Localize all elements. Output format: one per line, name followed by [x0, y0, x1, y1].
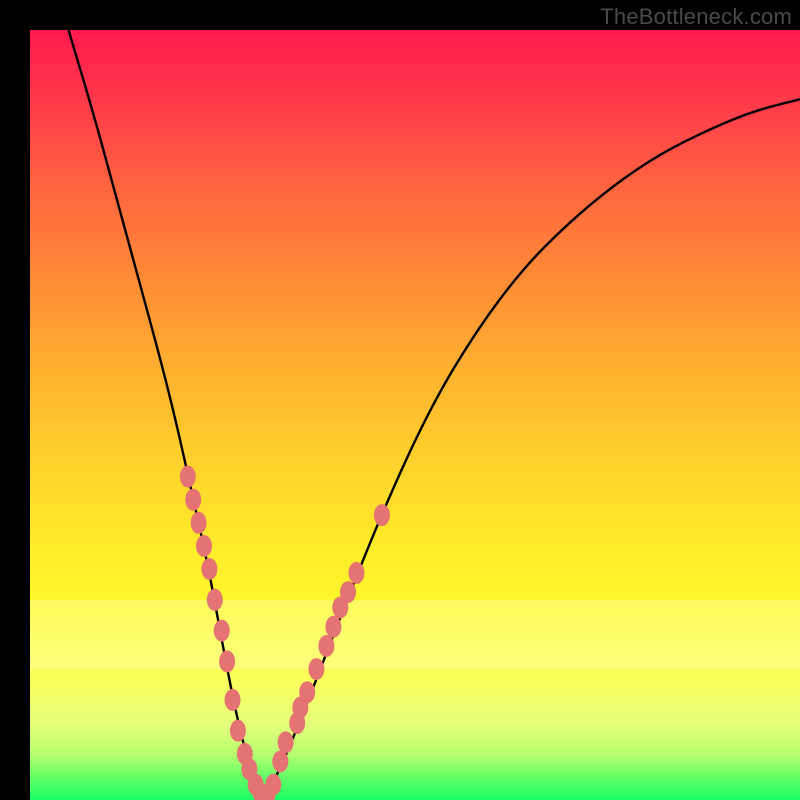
data-marker — [278, 731, 294, 753]
data-marker — [201, 558, 217, 580]
marker-group — [180, 466, 390, 800]
data-marker — [299, 681, 315, 703]
data-marker — [207, 589, 223, 611]
data-marker — [340, 581, 356, 603]
chart-frame: TheBottleneck.com — [0, 0, 800, 800]
data-marker — [272, 751, 288, 773]
data-marker — [230, 720, 246, 742]
data-marker — [265, 774, 281, 796]
data-marker — [318, 635, 334, 657]
data-marker — [225, 689, 241, 711]
data-marker — [191, 512, 207, 534]
data-marker — [180, 466, 196, 488]
data-marker — [214, 620, 230, 642]
plot-area — [30, 30, 800, 800]
data-marker — [349, 562, 365, 584]
watermark-text: TheBottleneck.com — [600, 4, 792, 30]
data-marker — [308, 658, 324, 680]
data-marker — [219, 650, 235, 672]
data-marker — [374, 504, 390, 526]
data-marker — [196, 535, 212, 557]
data-marker — [325, 616, 341, 638]
curve-layer — [30, 30, 800, 800]
data-marker — [185, 489, 201, 511]
bottleneck-curve — [69, 30, 800, 791]
